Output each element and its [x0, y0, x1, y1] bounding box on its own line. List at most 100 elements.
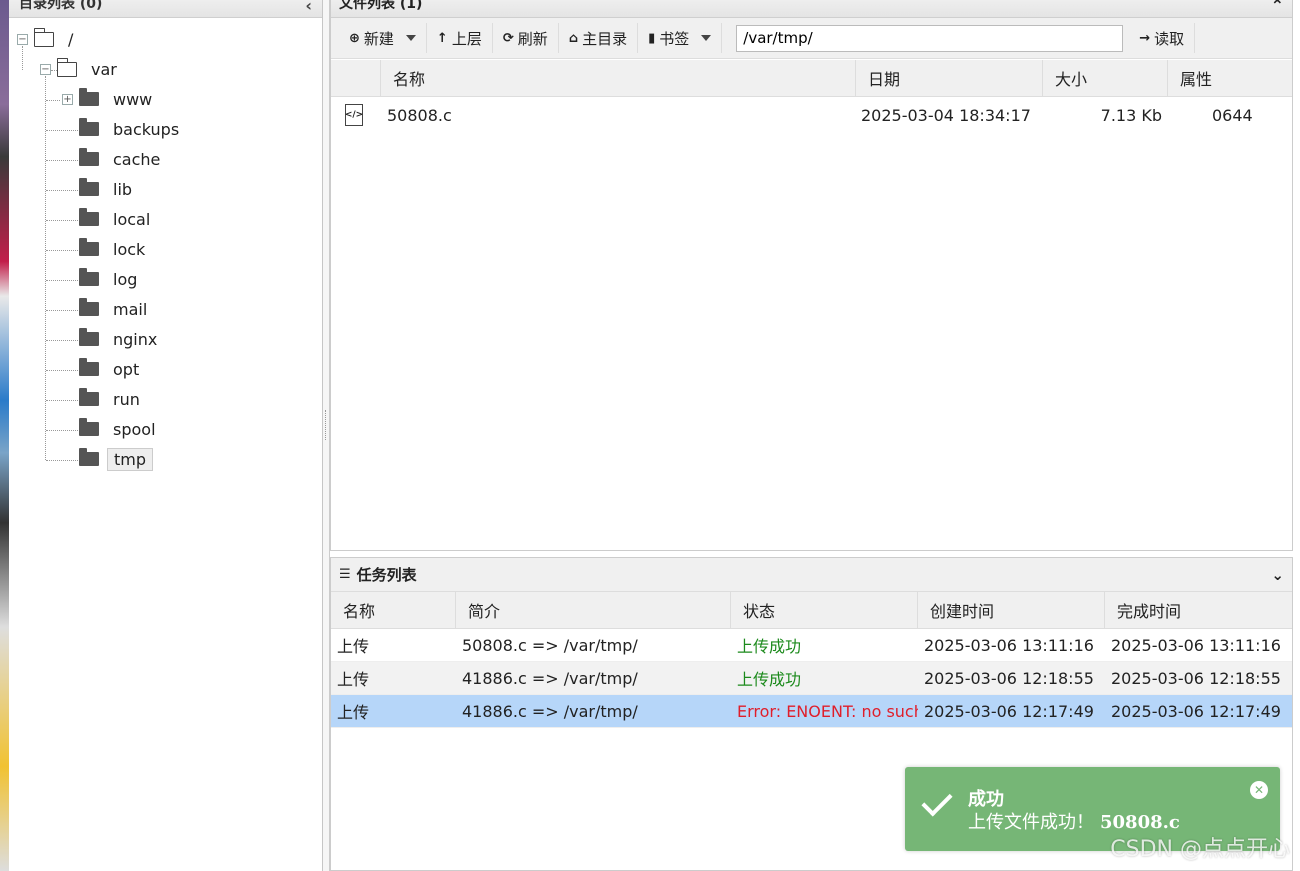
refresh-icon: ⟳: [502, 30, 514, 46]
path-input[interactable]: [736, 24, 1124, 52]
directory-panel-title: 目录列表 (0): [19, 0, 103, 12]
tree-node-label: www: [113, 89, 153, 109]
code-file-icon: </>: [345, 104, 363, 126]
header-date[interactable]: 日期: [856, 60, 1043, 96]
tree-node-label: nginx: [113, 329, 158, 349]
bookmark-button-label: 书签: [659, 29, 690, 48]
tree-node-lock[interactable]: lock: [62, 235, 151, 263]
task-done: 2025-03-06 12:17:49: [1111, 701, 1281, 721]
tree-node-label: opt: [113, 359, 140, 379]
folder-icon: [79, 448, 99, 466]
read-button[interactable]: → 读取: [1129, 23, 1196, 53]
task-table-header: 名称 简介 状态 创建时间 完成时间: [331, 592, 1292, 629]
file-row[interactable]: </> 50808.c 2025-03-04 18:34:17 7.13 Kb …: [331, 97, 1292, 133]
header-icon-col: [331, 60, 381, 96]
refresh-button[interactable]: ⟳ 刷新: [493, 23, 559, 53]
folder-icon: [79, 148, 99, 166]
tree-node-mail[interactable]: mail: [62, 295, 153, 323]
tree-node-root[interactable]: − /: [17, 25, 79, 53]
task-name: 上传: [337, 637, 370, 656]
up-button[interactable]: ↑ 上层: [427, 23, 493, 53]
watermark: CSDN @点点开心: [1110, 837, 1290, 862]
task-list-icon: ☰: [339, 567, 351, 582]
tree-node-nginx[interactable]: nginx: [62, 325, 163, 353]
folder-icon: [79, 328, 99, 346]
file-panel-header: 文件列表 (1) ⌃: [331, 0, 1292, 18]
home-icon: ⌂: [568, 30, 579, 46]
folder-icon: [79, 118, 99, 136]
checkmark-icon: [921, 785, 953, 817]
header-perm[interactable]: 属性: [1168, 60, 1292, 96]
task-header-created[interactable]: 创建时间: [918, 592, 1105, 628]
folder-icon: [79, 178, 99, 196]
tree-node-tmp[interactable]: tmp: [62, 445, 154, 473]
tree-node-label: local: [113, 209, 151, 229]
splitter-grip[interactable]: [325, 410, 327, 440]
folder-icon: [79, 88, 99, 106]
task-row-selected[interactable]: 上传 41886.c => /var/tmp/ Error: ENOENT: n…: [331, 695, 1292, 728]
bookmark-button[interactable]: ▮ 书签: [638, 23, 723, 53]
tree-line: [45, 76, 46, 460]
tree-node-cache[interactable]: cache: [62, 145, 166, 173]
folder-open-icon: [56, 57, 77, 77]
up-button-label: 上层: [451, 29, 482, 48]
tree-node-local[interactable]: local: [62, 205, 156, 233]
panel-splitter[interactable]: [323, 0, 330, 871]
tree-node-log[interactable]: log: [62, 265, 143, 293]
task-status: 上传成功: [737, 637, 802, 656]
arrow-up-icon: ↑: [436, 30, 448, 46]
folder-icon: [79, 298, 99, 316]
task-header-desc[interactable]: 简介: [456, 592, 731, 628]
task-header-done[interactable]: 完成时间: [1105, 592, 1292, 628]
task-row[interactable]: 上传 50808.c => /var/tmp/ 上传成功 2025-03-06 …: [331, 629, 1292, 662]
task-row[interactable]: 上传 41886.c => /var/tmp/ 上传成功 2025-03-06 …: [331, 662, 1292, 695]
plus-circle-icon: ⊕: [349, 30, 360, 46]
collapse-icon[interactable]: ‹: [305, 0, 312, 15]
tree-node-lib[interactable]: lib: [62, 175, 138, 203]
new-button[interactable]: ⊕ 新建: [339, 23, 427, 53]
directory-panel: 目录列表 (0) ‹ − / − var + www backups cache lib…: [9, 0, 323, 871]
toast-file: 50808.c: [1100, 812, 1180, 833]
task-header-status[interactable]: 状态: [731, 592, 918, 628]
expand-toggle-icon[interactable]: +: [62, 93, 73, 105]
file-panel: 文件列表 (1) ⌃ ⊕ 新建 ↑ 上层 ⟳ 刷新 ⌂ 主目录 ▮ 书签 → 读…: [330, 0, 1293, 551]
task-done: 2025-03-06 13:11:16: [1111, 635, 1281, 655]
task-created: 2025-03-06 12:17:49: [924, 701, 1094, 721]
tree-node-label: mail: [113, 299, 148, 319]
file-perm: 0644: [1212, 105, 1253, 125]
tree-node-opt[interactable]: opt: [62, 355, 145, 383]
refresh-button-label: 刷新: [517, 29, 548, 48]
file-name[interactable]: 50808.c: [381, 106, 855, 125]
file-table-header: 名称 日期 大小 属性: [331, 60, 1292, 97]
task-created: 2025-03-06 12:18:55: [924, 668, 1094, 688]
task-panel-header: ☰ 任务列表 ⌄: [331, 558, 1292, 592]
new-button-label: 新建: [363, 29, 394, 48]
task-desc: 41886.c => /var/tmp/: [462, 701, 638, 721]
collapse-toggle-icon[interactable]: −: [17, 33, 28, 45]
desktop-edge: [0, 0, 9, 871]
file-toolbar: ⊕ 新建 ↑ 上层 ⟳ 刷新 ⌂ 主目录 ▮ 书签 → 读取: [331, 18, 1292, 59]
chevron-down-icon[interactable]: ⌄: [1271, 566, 1284, 584]
home-button[interactable]: ⌂ 主目录: [559, 23, 639, 53]
header-name[interactable]: 名称: [381, 60, 856, 96]
dropdown-caret-icon: [701, 35, 712, 41]
tree-node-run[interactable]: run: [62, 385, 146, 413]
task-header-name[interactable]: 名称: [331, 592, 456, 628]
tree-line: [46, 100, 60, 101]
arrow-right-icon: →: [1139, 30, 1151, 46]
collapse-toggle-icon[interactable]: −: [40, 63, 51, 75]
tree-node-spool[interactable]: spool: [62, 415, 162, 443]
header-size[interactable]: 大小: [1043, 60, 1168, 96]
file-size: 7.13 Kb: [1100, 105, 1162, 125]
tree-node-var[interactable]: − var: [40, 55, 123, 83]
tree-node-label: cache: [113, 149, 161, 169]
tree-node-www[interactable]: + www: [62, 85, 158, 113]
tree-node-label: backups: [113, 119, 180, 139]
folder-icon: [79, 388, 99, 406]
close-icon[interactable]: ✕: [1250, 781, 1268, 799]
task-panel-title: 任务列表: [356, 566, 417, 584]
tree-node-label: lock: [113, 239, 146, 259]
close-panel-icon[interactable]: ⌃: [1271, 0, 1284, 15]
folder-icon: [79, 208, 99, 226]
tree-node-backups[interactable]: backups: [62, 115, 185, 143]
